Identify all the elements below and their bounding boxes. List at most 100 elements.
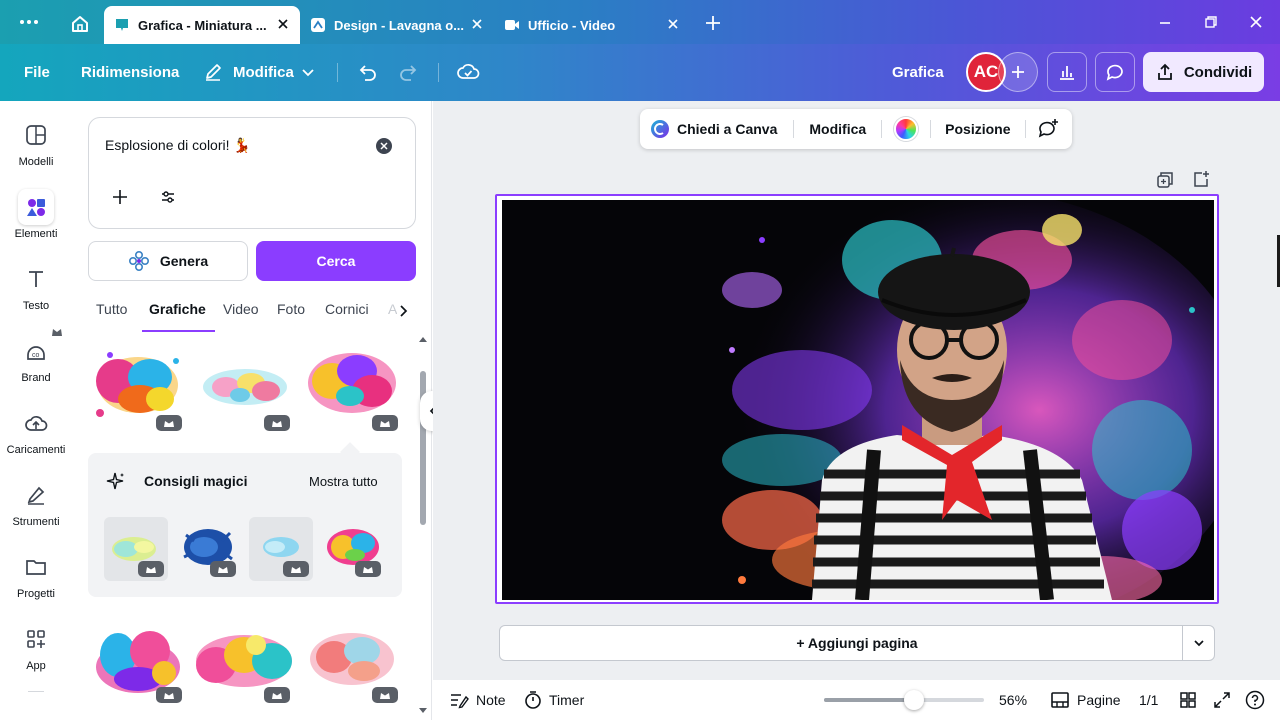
sidebar-item-brand[interactable]: co Brand bbox=[0, 333, 72, 393]
color-picker-button[interactable] bbox=[894, 117, 919, 141]
crown-icon bbox=[272, 692, 282, 699]
home-icon[interactable] bbox=[70, 14, 90, 34]
sidebar-item-label: Testo bbox=[22, 300, 50, 312]
filter-tab-frames[interactable]: Cornici bbox=[325, 301, 369, 317]
grid-view-icon[interactable] bbox=[1179, 680, 1197, 720]
generate-button[interactable]: Genera bbox=[88, 241, 248, 281]
new-tab-icon[interactable] bbox=[704, 14, 722, 32]
share-label: Condividi bbox=[1183, 63, 1253, 81]
minimize-icon[interactable] bbox=[1158, 16, 1172, 30]
upload-cloud-icon bbox=[18, 405, 54, 441]
help-icon[interactable] bbox=[1245, 680, 1265, 720]
add-page-button[interactable]: + Aggiungi pagina bbox=[499, 625, 1215, 661]
more-icon[interactable] bbox=[18, 14, 40, 30]
side-navigation: Modelli Elementi Testo co Brand Caricame… bbox=[0, 101, 72, 720]
tab-video[interactable]: Ufficio - Video bbox=[494, 6, 690, 44]
pages-icon bbox=[1051, 692, 1069, 708]
position-button[interactable]: Posizione bbox=[945, 121, 1010, 137]
add-page-options-button[interactable] bbox=[1182, 625, 1215, 661]
premium-badge bbox=[355, 561, 381, 577]
scroll-up-arrow[interactable] bbox=[418, 335, 428, 343]
search-box[interactable]: Esplosione di colori! 💃 bbox=[88, 117, 416, 229]
sidebar-item-uploads[interactable]: Caricamenti bbox=[0, 405, 72, 465]
sidebar-item-text[interactable]: Testo bbox=[0, 261, 72, 321]
canvas-workspace: Chiedi a Canva Modifica Posizione + Aggi… bbox=[433, 101, 1280, 720]
chevron-right-icon[interactable] bbox=[397, 304, 409, 318]
divider bbox=[28, 691, 44, 692]
zoom-slider-handle[interactable] bbox=[904, 690, 924, 710]
sidebar-item-projects[interactable]: Progetti bbox=[0, 549, 72, 609]
scroll-down-arrow[interactable] bbox=[418, 707, 428, 715]
filter-tab-all[interactable]: Tutto bbox=[96, 301, 127, 317]
file-menu[interactable]: File bbox=[24, 44, 50, 101]
filter-settings-icon[interactable] bbox=[159, 188, 177, 206]
folder-icon bbox=[18, 549, 54, 585]
notes-button[interactable]: Note bbox=[449, 680, 506, 720]
pages-button[interactable]: Pagine bbox=[1050, 680, 1121, 720]
pages-label: Pagine bbox=[1077, 692, 1121, 708]
elements-panel: Esplosione di colori! 💃 Genera Cerca Tut… bbox=[72, 101, 432, 720]
canva-ai-icon bbox=[651, 120, 669, 138]
add-collaborator-button[interactable] bbox=[998, 52, 1038, 92]
editor-toolbar: File Ridimensiona Modifica Grafica AC Co… bbox=[0, 44, 1280, 101]
sidebar-item-label: App bbox=[26, 660, 46, 672]
fullscreen-icon[interactable] bbox=[1213, 680, 1231, 720]
show-all-link[interactable]: Mostra tutto bbox=[309, 474, 378, 489]
resize-button[interactable]: Ridimensiona bbox=[81, 44, 179, 101]
sidebar-item-tools[interactable]: Strumenti bbox=[0, 477, 72, 537]
window-close-icon[interactable] bbox=[1249, 15, 1263, 29]
clear-search-button[interactable] bbox=[376, 138, 392, 154]
magic-flower-icon bbox=[128, 250, 149, 272]
sidebar-item-label: Brand bbox=[21, 372, 51, 384]
sidebar-item-label: Progetti bbox=[17, 588, 55, 600]
insights-button[interactable] bbox=[1047, 52, 1087, 92]
zoom-level[interactable]: 56% bbox=[999, 680, 1027, 720]
premium-badge bbox=[138, 561, 164, 577]
add-icon[interactable] bbox=[111, 188, 129, 206]
filter-tab-photos[interactable]: Foto bbox=[277, 301, 305, 317]
add-page-icon[interactable] bbox=[1192, 170, 1210, 188]
svg-text:co: co bbox=[32, 352, 40, 359]
edit-mode-button[interactable]: Modifica bbox=[233, 44, 294, 101]
close-icon[interactable] bbox=[470, 17, 484, 31]
filter-tab-video[interactable]: Video bbox=[223, 301, 259, 317]
timer-button[interactable]: Timer bbox=[524, 680, 584, 720]
premium-badge bbox=[264, 415, 290, 431]
design-image[interactable] bbox=[502, 200, 1214, 600]
close-icon[interactable] bbox=[666, 17, 680, 31]
magic-suggestions-title: Consigli magici bbox=[144, 473, 248, 489]
sidebar-item-apps[interactable]: App bbox=[0, 621, 72, 681]
add-comment-icon[interactable] bbox=[1036, 118, 1060, 140]
filter-tab-graphics[interactable]: Grafiche bbox=[149, 301, 206, 317]
search-button[interactable]: Cerca bbox=[256, 241, 416, 281]
magic-suggestions-card: Consigli magici Mostra tutto bbox=[88, 453, 402, 597]
comments-button[interactable] bbox=[1095, 52, 1135, 92]
document-type-label[interactable]: Grafica bbox=[892, 44, 944, 101]
zoom-slider[interactable] bbox=[824, 690, 984, 710]
tab-design[interactable]: Design - Lavagna o... bbox=[300, 6, 494, 44]
tab-grafica[interactable]: Grafica - Miniatura ... bbox=[104, 6, 300, 44]
crown-icon bbox=[380, 692, 390, 699]
tab-label: Grafica - Miniatura ... bbox=[138, 17, 267, 33]
undo-icon[interactable] bbox=[356, 61, 378, 83]
ask-canva-button[interactable]: Chiedi a Canva bbox=[677, 121, 777, 137]
filter-tab-audio[interactable]: A bbox=[388, 301, 397, 317]
cloud-saved-icon[interactable] bbox=[456, 60, 480, 84]
close-icon[interactable] bbox=[276, 17, 290, 31]
redo-icon[interactable] bbox=[398, 61, 420, 83]
browser-tab-bar: Grafica - Miniatura ... Design - Lavagna… bbox=[0, 0, 1280, 44]
tab-label: Design - Lavagna o... bbox=[334, 17, 465, 33]
sidebar-item-templates[interactable]: Modelli bbox=[0, 117, 72, 177]
duplicate-page-icon[interactable] bbox=[1156, 171, 1174, 189]
edit-image-button[interactable]: Modifica bbox=[809, 121, 866, 137]
share-button[interactable]: Condividi bbox=[1143, 52, 1264, 92]
sidebar-item-elements[interactable]: Elementi bbox=[0, 189, 72, 249]
chevron-down-icon[interactable] bbox=[300, 66, 316, 80]
template-icon bbox=[18, 117, 54, 153]
add-page-label: + Aggiungi pagina bbox=[796, 635, 918, 651]
design-page[interactable] bbox=[495, 194, 1219, 604]
premium-badge bbox=[156, 415, 182, 431]
restore-icon[interactable] bbox=[1204, 15, 1218, 29]
search-input[interactable]: Esplosione di colori! 💃 bbox=[105, 137, 251, 154]
timer-label: Timer bbox=[549, 692, 585, 708]
